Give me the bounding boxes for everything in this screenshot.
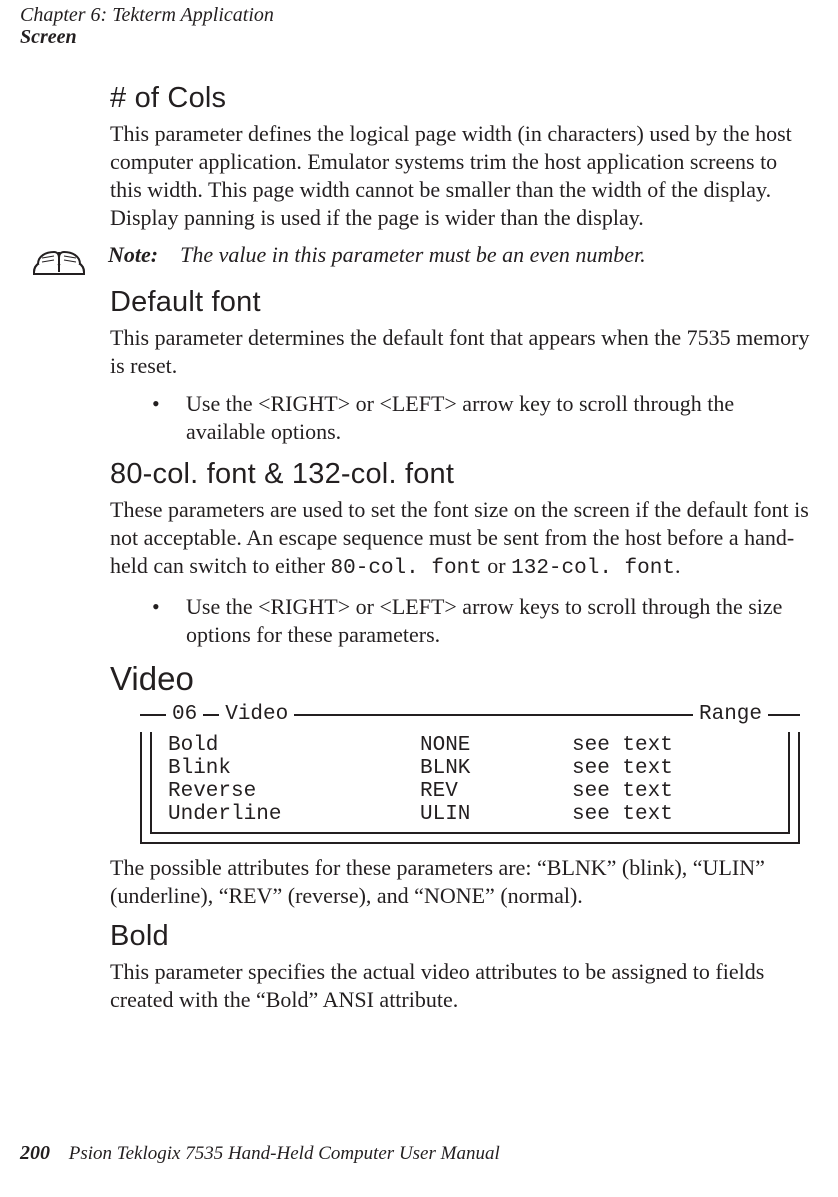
heading-bold: Bold [110,920,810,952]
param-name: Reverse [162,780,414,803]
note-text: Note: The value in this parameter must b… [108,242,646,268]
param-value: NONE [414,734,566,757]
param-value: ULIN [414,803,566,826]
param-name: Underline [162,803,414,826]
box-label: Video [219,703,294,726]
bullet-list: Use the <RIGHT> or <LEFT> arrow key to s… [152,390,810,446]
bullet-list: Use the <RIGHT> or <LEFT> arrow keys to … [152,593,810,649]
table-row: Underline ULIN see text [162,803,778,826]
table-row: Reverse REV see text [162,780,778,803]
note-body: The value in this parameter must be an e… [180,242,646,267]
note: Note: The value in this parameter must b… [30,242,810,278]
runhead-section: Screen [20,26,274,48]
param-name: Bold [162,734,414,757]
note-label: Note: [108,242,158,267]
param-range: see text [566,734,778,757]
box-number: 06 [166,703,203,726]
param-value: REV [414,780,566,803]
book-icon [30,242,88,278]
heading-default-font: Default font [110,286,810,318]
runhead-chapter: Chapter 6: Tekterm Application [20,4,274,26]
paragraph: This parameter determines the default fo… [110,324,810,380]
table-row: Blink BLNK see text [162,757,778,780]
param-range: see text [566,803,778,826]
running-head: Chapter 6: Tekterm Application Screen [20,4,274,48]
param-range: see text [566,780,778,803]
paragraph: The possible attributes for these parame… [110,854,810,910]
page-number: 200 [20,1142,50,1164]
heading-80-132-font: 80-col. font & 132-col. font [110,458,810,490]
list-item: Use the <RIGHT> or <LEFT> arrow keys to … [152,593,810,649]
text: . [675,553,681,578]
code: 132-col. font [511,557,675,580]
page-footer: 200 Psion Teklogix 7535 Hand-Held Comput… [20,1142,500,1165]
video-settings-box: 06 Video Range Bold NONE see text Blink … [140,703,800,844]
table-row: Bold NONE see text [162,734,778,757]
paragraph: This parameter specifies the actual vide… [110,958,810,1014]
heading-num-of-cols: # of Cols [110,82,810,114]
paragraph: These parameters are used to set the fon… [110,496,810,583]
code: 80-col. font [331,557,482,580]
text: or [487,553,511,578]
param-range: see text [566,757,778,780]
param-value: BLNK [414,757,566,780]
box-range-label: Range [693,703,768,726]
param-name: Blink [162,757,414,780]
heading-video: Video [110,661,810,697]
footer-text: Psion Teklogix 7535 Hand-Held Computer U… [69,1143,500,1164]
list-item: Use the <RIGHT> or <LEFT> arrow key to s… [152,390,810,446]
video-table: Bold NONE see text Blink BLNK see text R… [162,734,778,826]
box-title-bar: 06 Video Range [140,703,800,726]
page-content: # of Cols This parameter defines the log… [110,82,810,1024]
paragraph: This parameter defines the logical page … [110,120,810,232]
